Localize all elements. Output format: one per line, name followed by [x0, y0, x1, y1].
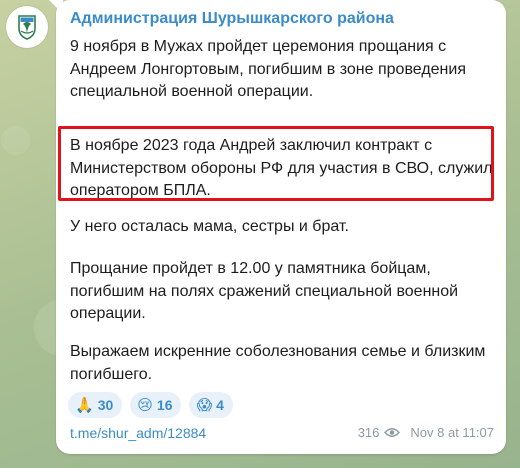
reaction-count: 16 — [156, 397, 173, 413]
channel-name[interactable]: Администрация Шурышкарского района — [70, 10, 394, 28]
screaming-face-icon: 😱 — [196, 396, 213, 414]
reactions-bar: 🙏 30 😢 16 😱 4 — [68, 392, 233, 418]
message-link[interactable]: t.me/shur_adm/12884 — [70, 425, 206, 441]
highlight-box — [58, 126, 494, 201]
eye-icon — [384, 427, 401, 438]
reaction-crying[interactable]: 😢 16 — [130, 392, 182, 418]
message-bubble[interactable]: Администрация Шурышкарского района 9 ноя… — [56, 0, 506, 454]
reaction-count: 30 — [97, 397, 114, 413]
praying-hands-icon: 🙏 — [75, 396, 94, 414]
channel-avatar[interactable] — [6, 6, 48, 48]
coat-of-arms-icon — [18, 15, 36, 40]
reaction-praying[interactable]: 🙏 30 — [68, 392, 123, 418]
message-paragraph-1: 9 ноября в Мужах пройдет церемония проща… — [70, 38, 466, 101]
view-count: 316 — [357, 425, 380, 440]
message-meta: 316 Nov 8 at 11:07 — [358, 425, 494, 440]
crying-face-icon: 😢 — [137, 396, 153, 414]
message-paragraph-4: Прощание пройдет в 12.00 у памятника бой… — [70, 260, 459, 323]
reaction-screaming[interactable]: 😱 4 — [189, 392, 233, 418]
reaction-count: 4 — [216, 397, 224, 413]
message-timestamp: Nov 8 at 11:07 — [410, 425, 494, 440]
message-paragraph-3: У него осталась мама, сестры и брат. — [70, 218, 349, 235]
message-paragraph-5: Выражаем искренние соболезнования семье … — [70, 343, 486, 383]
chat-background: Администрация Шурышкарского района 9 ноя… — [0, 0, 520, 468]
